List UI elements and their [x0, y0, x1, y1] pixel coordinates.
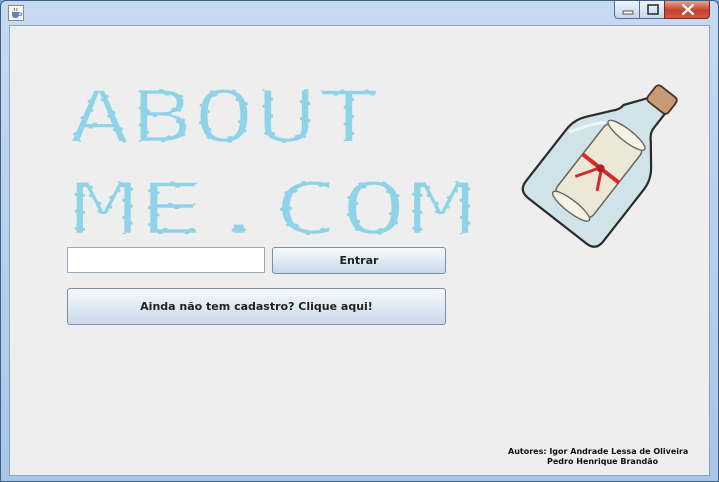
login-input[interactable] — [67, 247, 265, 273]
authors-line-1: Autores: Igor Andrade Lessa de Oliveira — [508, 447, 689, 456]
close-icon — [681, 3, 695, 16]
close-button[interactable] — [664, 1, 710, 19]
title-bar[interactable] — [1, 1, 718, 25]
minimize-icon — [622, 10, 634, 15]
logo-line-mecom: ME.COM — [70, 167, 475, 238]
minimize-button[interactable] — [614, 1, 640, 19]
content-panel: ABOUT ME.COM Entrar Ainda não tem cadast… — [9, 25, 710, 476]
maximize-icon — [647, 4, 659, 15]
authors-credit: Autores: Igor Andrade Lessa de Oliveira … — [508, 447, 708, 466]
about-me-logo: ABOUT ME.COM — [68, 86, 476, 238]
signup-button[interactable]: Ainda não tem cadastro? Clique aqui! — [67, 288, 446, 325]
message-in-a-bottle-icon — [521, 84, 678, 248]
java-coffee-cup-icon — [8, 5, 24, 21]
authors-line-2: Pedro Henrique Brandão — [547, 457, 659, 466]
logo-line-about: ABOUT — [68, 86, 380, 159]
app-window: ABOUT ME.COM Entrar Ainda não tem cadast… — [0, 0, 719, 482]
maximize-button[interactable] — [639, 1, 665, 19]
entrar-button[interactable]: Entrar — [272, 247, 446, 274]
